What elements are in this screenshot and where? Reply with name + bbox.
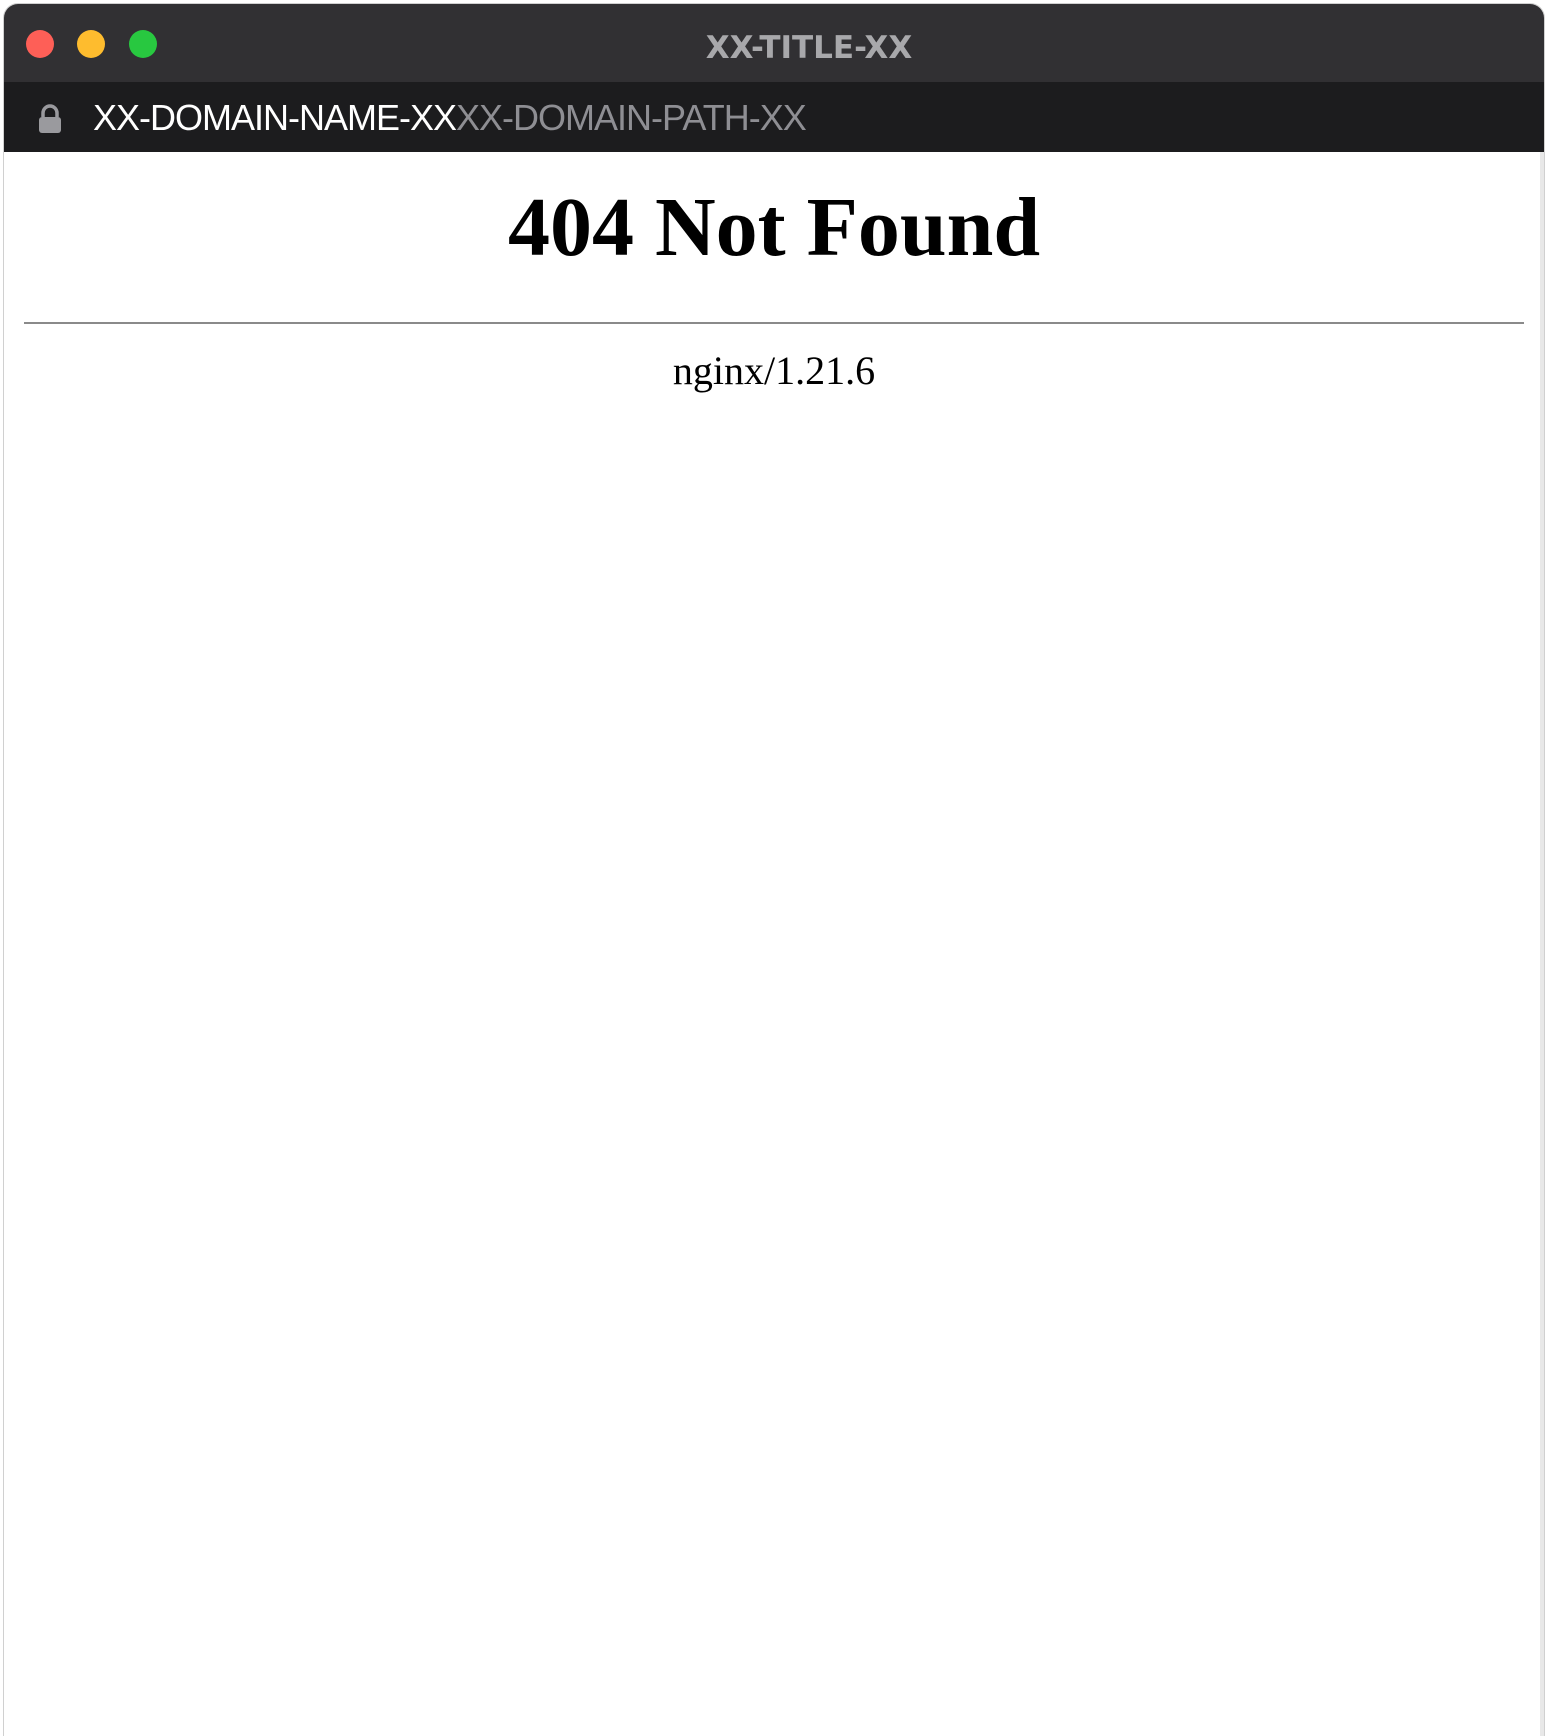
url-domain: XX-DOMAIN-NAME-XX [93,97,457,138]
server-signature: nginx/1.21.6 [672,348,876,393]
page-content: 404 Not Found nginx/1.21.6 [4,152,1544,1736]
divider [24,322,1524,324]
error-heading: 404 Not Found [507,181,1041,274]
url-path: XX-DOMAIN-PATH-XX [456,97,807,138]
title-bar: XX-TITLE-XX [4,4,1544,82]
lock-icon [37,104,63,134]
browser-window: XX-TITLE-XX XX-DOMAIN-NAME-XXXX-DOMAIN-P… [4,4,1544,1736]
window-title: XX-TITLE-XX [705,30,913,66]
scrollbar-track[interactable] [1540,152,1544,1736]
url-text[interactable]: XX-DOMAIN-NAME-XXXX-DOMAIN-PATH-XX [93,97,807,139]
address-bar[interactable]: XX-DOMAIN-NAME-XXXX-DOMAIN-PATH-XX [4,82,1544,152]
